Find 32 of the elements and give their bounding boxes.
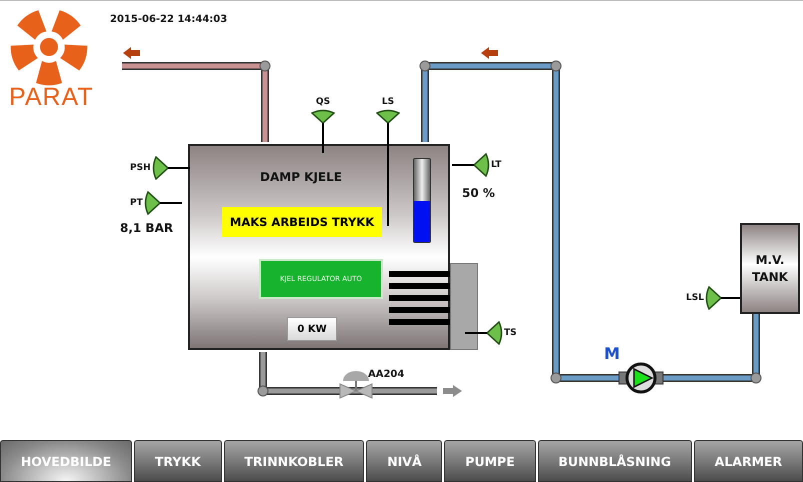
boiler-title: DAMP KJELE <box>260 170 342 184</box>
logo-text: PARAT <box>9 83 94 112</box>
sensor-tag[interactable]: PSH <box>130 163 151 173</box>
flow-arrow-icon <box>123 47 140 59</box>
sensor-icon <box>144 191 184 215</box>
alarm-label: MAKS ARBEIDS TRYKK <box>222 207 382 237</box>
pump-label: M <box>604 344 620 363</box>
sensor-tag[interactable]: LSL <box>686 293 704 303</box>
sensor-tag[interactable]: LS <box>382 97 394 107</box>
nav-tab[interactable]: NIVÅ <box>366 440 442 482</box>
nav-tab[interactable]: BUNNBLÅSNING <box>538 440 692 482</box>
sensor-tag[interactable]: LT <box>491 160 502 170</box>
sensor-tag[interactable]: TS <box>504 328 517 338</box>
sensor-icon <box>463 321 503 345</box>
sensor-icon <box>450 153 490 177</box>
sensor-icon <box>311 109 335 153</box>
sensor-reading: 8,1 BAR <box>120 221 174 235</box>
power-display: 0 KW <box>287 317 337 341</box>
valve-tag: AA204 <box>368 369 404 380</box>
nav-tab[interactable]: TRINNKOBLER <box>224 440 364 482</box>
flow-arrow-icon <box>481 47 498 59</box>
nav-tab[interactable]: TRYKK <box>134 440 222 482</box>
sensor-icon <box>152 156 192 180</box>
nav-tab[interactable]: PUMPE <box>444 440 536 482</box>
sensor-tag[interactable]: QS <box>316 97 330 107</box>
nav-tab[interactable]: ALARMER <box>694 440 803 482</box>
tank-label: M.V. TANK <box>751 252 789 286</box>
sensor-tag[interactable]: PT <box>130 198 143 208</box>
sensor-reading: 50 % <box>462 186 495 200</box>
timestamp: 2015-06-22 14:44:03 <box>110 14 228 25</box>
sensor-icon <box>376 109 400 226</box>
flow-arrow-icon <box>443 385 462 397</box>
